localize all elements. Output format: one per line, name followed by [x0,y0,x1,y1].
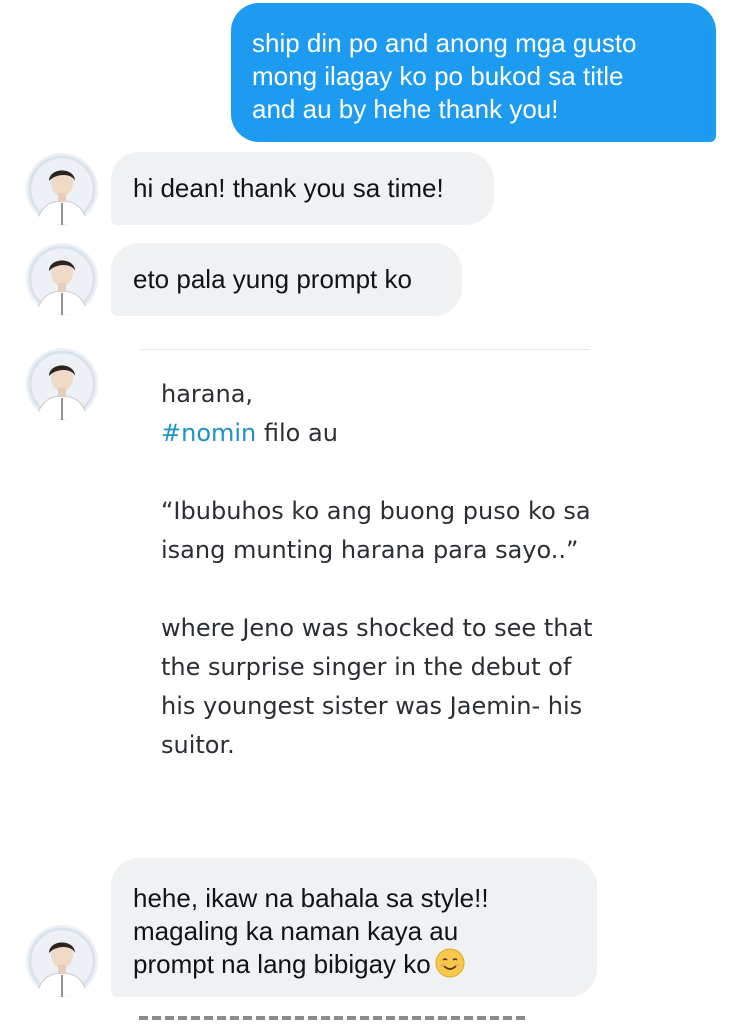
avatar[interactable] [26,348,98,420]
prompt-body-line: the surprise singer in the debut of [161,653,572,681]
prompt-quote-line: “Ibubuhos ko ang buong puso ko sa [161,497,591,525]
received-message-bubble[interactable]: hi dean! thank you sa time! [111,152,494,225]
user-avatar-icon [26,153,98,225]
avatar[interactable] [26,925,98,997]
received-message-bubble[interactable]: hehe, ikaw na bahala sa style!! magaling… [111,858,597,997]
received-message-text: hi dean! thank you sa time! [133,173,444,203]
next-message-cutoff [111,1016,597,1024]
received-message-line: prompt na lang bibigay ko [133,948,577,981]
prompt-tag-rest: filo au [256,419,338,447]
prompt-tags: #nomin filo au [161,414,631,453]
hashtag-link[interactable]: #nomin [161,419,256,447]
relieved-smiling-face-emoji-icon [435,948,465,978]
received-message-line: hehe, ikaw na bahala sa style!! [133,883,489,913]
prompt-title: harana, [161,380,254,408]
prompt-body-line: his youngest sister was Jaemin- his [161,692,583,720]
prompt-quote-line: isang munting harana para sayo..” [161,536,579,564]
user-avatar-icon [26,243,98,315]
avatar[interactable] [26,243,98,315]
shared-image-prompt[interactable]: harana, #nomin filo au “Ibubuhos ko ang … [161,375,631,765]
prompt-body-line: where Jeno was shocked to see that [161,614,593,642]
received-message-line: magaling ka naman kaya au [133,916,459,946]
received-message-text: prompt na lang bibigay ko [133,949,431,979]
prompt-body-line: suitor. [161,731,235,759]
received-message-text: eto pala yung prompt ko [133,264,412,294]
shared-image-divider [140,349,590,350]
received-message-bubble[interactable]: eto pala yung prompt ko [111,243,462,316]
sent-message-line: mong ilagay ko po bukod sa title [252,61,624,91]
user-avatar-icon [26,925,98,997]
avatar[interactable] [26,153,98,225]
sent-message-bubble[interactable]: ship din po and anong mga gusto mong ila… [231,3,716,142]
sent-message-line: ship din po and anong mga gusto [252,28,637,58]
sent-message-line: and au by hehe thank you! [252,94,559,124]
user-avatar-icon [26,348,98,420]
